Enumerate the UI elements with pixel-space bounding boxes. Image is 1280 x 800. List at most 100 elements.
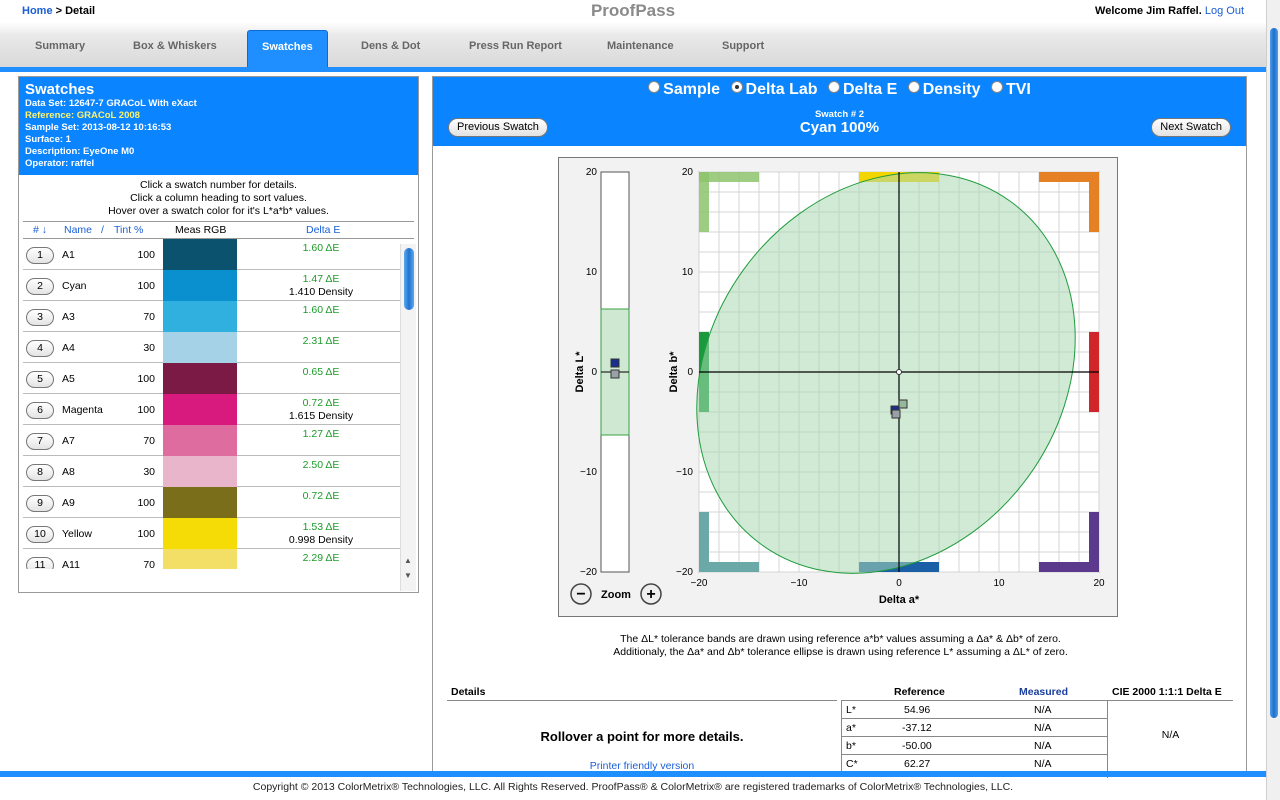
radio-density[interactable]: Density (907, 81, 981, 99)
description: Description: EyeOne M0 (25, 146, 135, 157)
swatch-color-cell[interactable] (163, 487, 237, 518)
detail-row-a: a* -37.12 N/A (841, 719, 1107, 737)
radio-sample[interactable]: Sample (648, 81, 720, 99)
detail-row-l: L* 54.96 N/A (841, 701, 1107, 719)
data-set: Data Set: 12647-7 GRACoL With eXact (25, 98, 197, 109)
cie-header: CIE 2000 1:1:1 Delta E (1112, 686, 1222, 698)
sort-delta-e-header[interactable]: Delta E (306, 224, 340, 236)
zoom-out-icon: − (576, 586, 585, 603)
sort-tint-header[interactable]: Tint % (114, 224, 143, 236)
swatch-number-button[interactable]: 6 (26, 402, 54, 419)
swatch-number-button[interactable]: 11 (26, 557, 54, 569)
table-row: 6 Magenta 100 0.72 ΔE 1.615 Density (23, 394, 414, 425)
delta-e-cell: 0.65 ΔE (243, 366, 399, 379)
tint-cell: 100 (137, 404, 155, 416)
previous-swatch-button[interactable]: Previous Swatch (448, 118, 548, 137)
swatch-number-button[interactable]: 2 (26, 278, 54, 295)
delta-e-value: 1.27 ΔE (302, 428, 340, 440)
table-header: # ↓ Name / Tint % Meas RGB Delta E (23, 221, 414, 239)
swatch-name-cell: A11 (62, 559, 80, 569)
scrollbar-thumb[interactable] (404, 248, 414, 310)
note-line: Additionaly, the Δa* and Δb* tolerance e… (613, 646, 1068, 658)
table-row: 11 A11 70 2.29 ΔE (23, 549, 414, 569)
table-row: 5 A5 100 0.65 ΔE (23, 363, 414, 394)
reference-link[interactable]: Reference: GRACoL 2008 (25, 110, 412, 122)
detail-reference: 54.96 (904, 704, 931, 716)
swatch-color-cell[interactable] (163, 363, 237, 394)
delta-e-cell: 2.29 ΔE (243, 552, 399, 565)
tab-maintenance[interactable]: Maintenance (607, 40, 674, 52)
swatch-name-cell: A5 (62, 373, 75, 385)
radio-label: Delta Lab (745, 81, 818, 98)
swatch-number-button[interactable]: 1 (26, 247, 54, 264)
radio-label: Delta E (843, 81, 898, 98)
swatch-table: 1 A1 100 1.60 ΔE 2 Cyan 100 1.47 ΔE 1.410 Densit… (23, 239, 414, 569)
zoom-label: Zoom (601, 589, 631, 601)
swatch-name-cell: Magenta (62, 404, 103, 416)
details-section: Details Reference Measured CIE 2000 1:1:… (447, 683, 1233, 778)
zoom-in-icon: + (646, 586, 655, 603)
measured-header: Measured (1019, 686, 1069, 698)
swatch-name-cell: A3 (62, 311, 75, 323)
radio-delta-lab[interactable]: Delta Lab (730, 81, 818, 99)
swatch-color-cell[interactable] (163, 239, 237, 270)
logout-link[interactable]: Log Out (1205, 5, 1244, 17)
swatch-color-cell[interactable] (163, 425, 237, 456)
swatches-panel: Swatches Data Set: 12647-7 GRACoL With e… (18, 76, 419, 593)
l-tick-label: −10 (580, 467, 597, 478)
radio-delta-e[interactable]: Delta E (828, 81, 897, 99)
edge-band-top-left (699, 172, 709, 232)
next-swatch-button[interactable]: Next Swatch (1151, 118, 1231, 137)
swatch-color-cell[interactable] (163, 394, 237, 425)
swatch-number-button[interactable]: 5 (26, 371, 54, 388)
swatch-color-cell[interactable] (163, 518, 237, 549)
delta-e-value: 0.72 ΔE (302, 397, 340, 409)
header-separator: / (101, 224, 104, 236)
delta-e-value: 0.65 ΔE (302, 366, 340, 378)
scroll-down-icon[interactable]: ▼ (404, 571, 412, 580)
table-scrollbar[interactable]: ▲ ▼ (400, 244, 416, 591)
tab-summary[interactable]: Summary (35, 40, 85, 52)
tint-cell: 30 (143, 342, 155, 354)
swatch-color-cell[interactable] (163, 549, 237, 569)
tab-press-run-report[interactable]: Press Run Report (469, 40, 562, 52)
swatch-name-cell: A1 (62, 249, 75, 261)
tab-support[interactable]: Support (722, 40, 764, 52)
swatch-name-cell: A8 (62, 466, 75, 478)
swatch-name: Cyan 100% (799, 119, 880, 136)
swatch-color-cell[interactable] (163, 270, 237, 301)
detail-measured: N/A (1034, 722, 1052, 734)
swatch-number-button[interactable]: 4 (26, 340, 54, 357)
swatch-number-button[interactable]: 8 (26, 464, 54, 481)
sort-name-header[interactable]: Name (64, 224, 92, 236)
density-value: 1.410 Density (288, 286, 354, 298)
tint-cell: 100 (137, 249, 155, 261)
radio-dot (990, 81, 1003, 93)
swatch-color-cell[interactable] (163, 301, 237, 332)
tab-dens-dot[interactable]: Dens & Dot (361, 40, 420, 52)
window-scrollbar[interactable] (1266, 0, 1280, 800)
detail-measured: N/A (1034, 740, 1052, 752)
sample-set: Sample Set: 2013-08-12 10:16:53 (25, 122, 172, 133)
detail-row-b: b* -50.00 N/A (841, 737, 1107, 755)
swatch-number-button[interactable]: 3 (26, 309, 54, 326)
l-tick-label: 0 (591, 367, 597, 378)
radio-dot (907, 81, 920, 93)
tint-cell: 30 (143, 466, 155, 478)
swatch-color-cell[interactable] (163, 332, 237, 363)
swatch-number-button[interactable]: 7 (26, 433, 54, 450)
radio-tvi[interactable]: TVI (990, 81, 1031, 99)
swatch-number-button[interactable]: 10 (26, 526, 54, 543)
tab-swatches[interactable]: Swatches (247, 30, 328, 68)
scroll-up-icon[interactable]: ▲ (404, 556, 412, 565)
window-scrollbar-thumb[interactable] (1270, 28, 1278, 718)
swatch-number-button[interactable]: 9 (26, 495, 54, 512)
l-data-point (610, 369, 620, 379)
x-tick-label: 10 (993, 578, 1005, 589)
sort-number-header[interactable]: # ↓ (33, 224, 47, 236)
swatch-color-cell[interactable] (163, 456, 237, 487)
tint-cell: 100 (137, 528, 155, 540)
tab-box-whiskers[interactable]: Box & Whiskers (133, 40, 217, 52)
delta-lab-chart: 20 10 0 −10 −20 Delta L* − + Zoom −20 −10 0 10 20 20 10… (558, 157, 1118, 617)
l-data-point (610, 358, 620, 368)
